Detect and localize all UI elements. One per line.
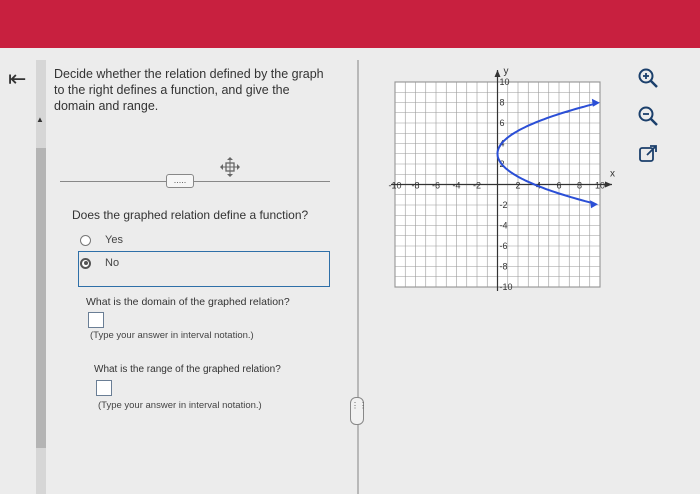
range-answer-input[interactable] (96, 380, 112, 396)
y-tick-label: 10 (500, 77, 510, 87)
range-question: What is the range of the graphed relatio… (94, 364, 281, 375)
scrollbar-thumb[interactable] (36, 148, 46, 448)
option-yes-label: Yes (105, 234, 123, 246)
x-tick-label: -8 (411, 181, 419, 191)
header-bar (0, 0, 700, 48)
y-axis-arrow (494, 70, 501, 77)
coordinate-graph: xy-10 -8 -6 -4 -2 2 4 6 8 10108642-2-4-6-8-10 (388, 66, 615, 292)
zoom-in-icon[interactable] (636, 66, 660, 90)
move-icon[interactable] (218, 155, 242, 179)
y-tick-label: -2 (500, 200, 508, 210)
y-tick-label: -4 (500, 221, 508, 231)
function-question: Does the graphed relation define a funct… (72, 208, 309, 222)
x-tick-label: -2 (473, 181, 481, 191)
x-tick-label: -6 (432, 181, 440, 191)
y-tick-label: -8 (500, 262, 508, 272)
popout-icon[interactable] (636, 142, 660, 166)
x-tick-label: -4 (452, 181, 460, 191)
y-tick-label: 8 (500, 98, 505, 108)
domain-question: What is the domain of the graphed relati… (86, 296, 290, 308)
option-no[interactable]: No (80, 252, 119, 274)
x-tick-label: 6 (556, 181, 561, 191)
x-axis-arrow (605, 181, 612, 188)
x-tick-label: -10 (388, 181, 401, 191)
expand-button[interactable]: ..... (166, 174, 194, 188)
domain-answer-input[interactable] (88, 312, 104, 328)
pane-resize-handle[interactable]: ⋮⋮ (350, 397, 367, 425)
y-tick-label: -10 (500, 282, 513, 292)
section-divider (60, 181, 330, 182)
left-scrollbar[interactable] (36, 60, 46, 494)
radio-yes[interactable] (80, 234, 91, 246)
y-tick-label: 6 (500, 118, 505, 128)
zoom-out-icon[interactable] (636, 104, 660, 128)
option-yes[interactable]: Yes (80, 229, 123, 251)
x-axis-label: x (610, 169, 615, 180)
range-note: (Type your answer in interval notation.) (98, 400, 262, 411)
pane-divider[interactable] (357, 60, 359, 494)
radio-no[interactable] (80, 257, 91, 269)
domain-note: (Type your answer in interval notation.) (90, 330, 254, 341)
x-tick-label: 2 (515, 181, 520, 191)
x-tick-label: 8 (577, 181, 582, 191)
y-tick-label: -6 (500, 241, 508, 251)
question-prompt: Decide whether the relation defined by t… (54, 67, 324, 113)
option-no-label: No (105, 257, 120, 269)
collapse-arrow-icon[interactable]: ⇤ (8, 68, 26, 90)
y-axis-label: y (504, 66, 509, 77)
x-tick-label: 10 (595, 181, 605, 191)
scroll-up-icon[interactable]: ▲ (36, 115, 44, 124)
